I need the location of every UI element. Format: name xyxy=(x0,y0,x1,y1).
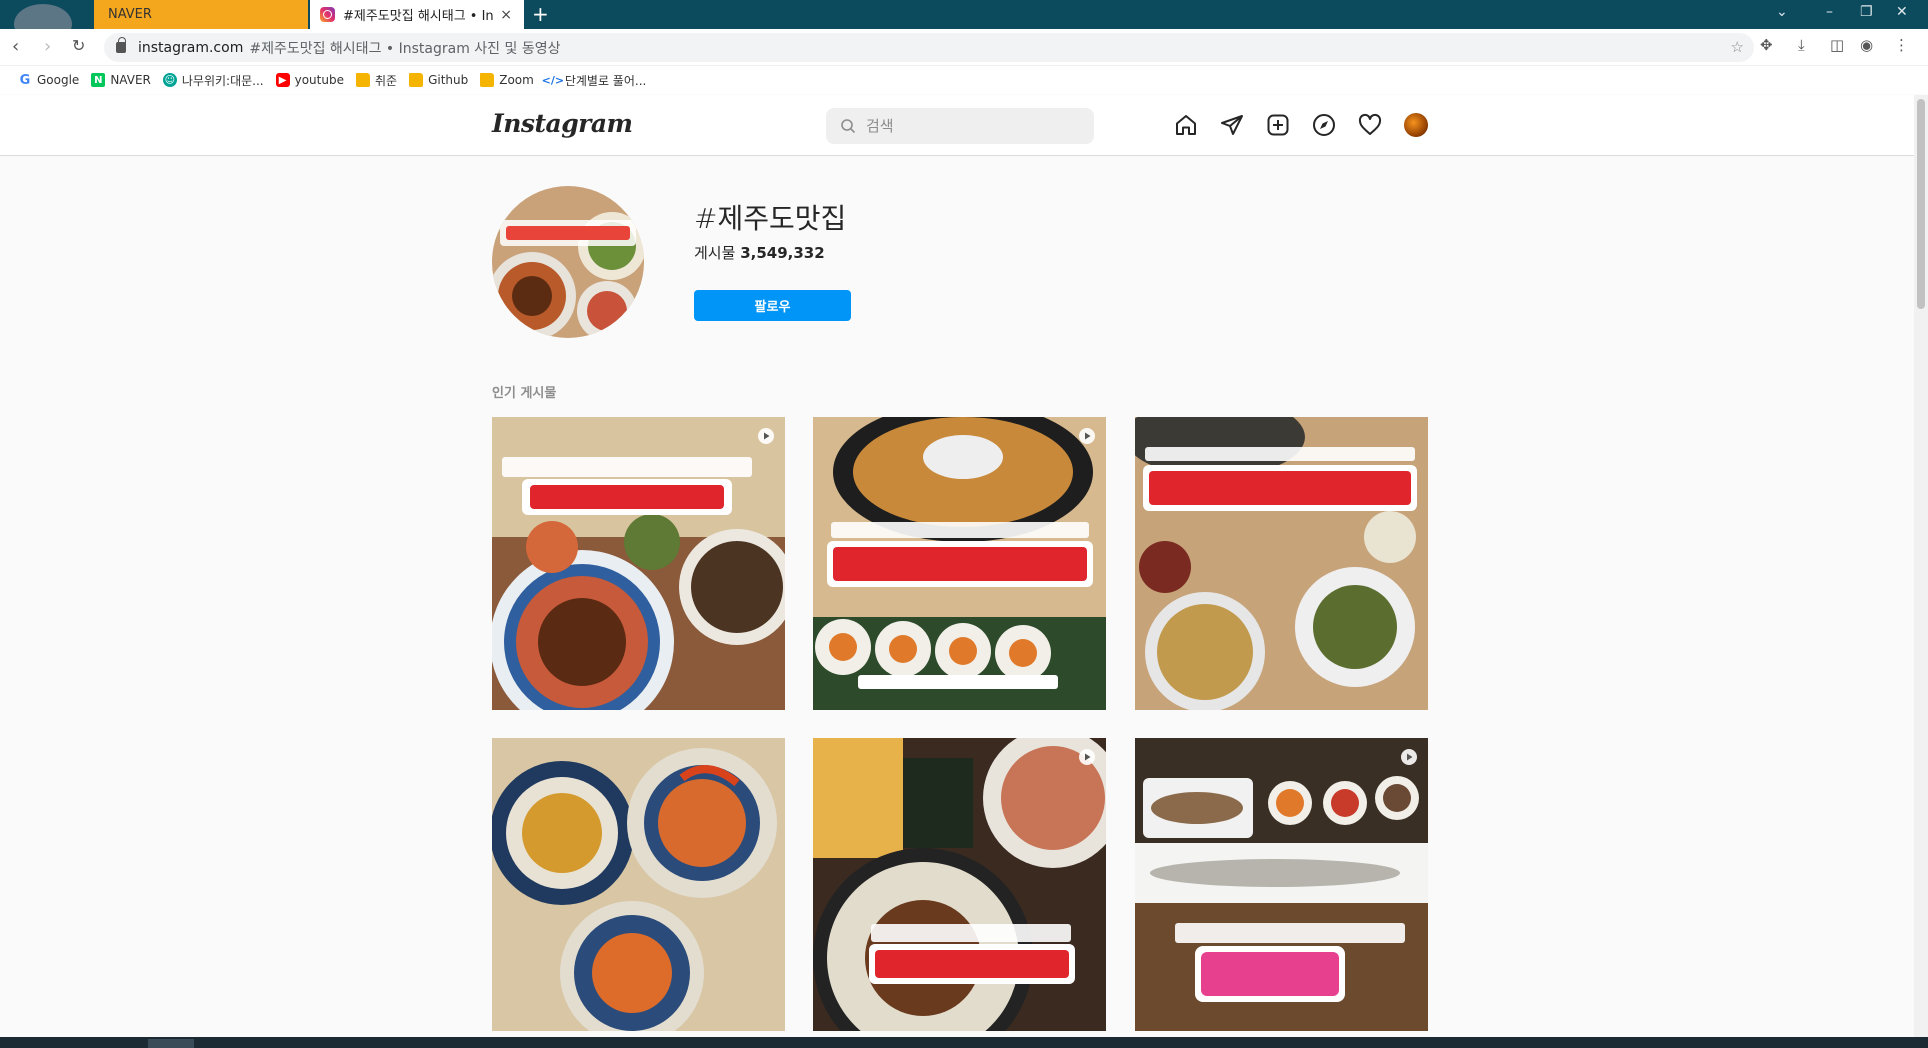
tab-naver[interactable]: NAVER xyxy=(94,0,308,29)
lock-icon xyxy=(116,37,126,53)
hashtag-cover-image xyxy=(492,186,644,338)
reload-icon[interactable]: ↻ xyxy=(72,36,85,55)
follow-button[interactable]: 팔로우 xyxy=(694,290,851,321)
minimize-icon[interactable]: – xyxy=(1826,4,1833,20)
menu-dots-icon[interactable]: ⋮ xyxy=(1894,36,1909,54)
tab-instagram[interactable]: #제주도맛집 해시태그 • Instagram × xyxy=(310,0,524,29)
bookmark-folder-github[interactable]: Github xyxy=(409,73,468,87)
explore-compass-icon[interactable] xyxy=(1311,112,1337,138)
search-icon xyxy=(841,119,856,134)
bookmark-label: 단계별로 풀어... xyxy=(564,73,647,88)
post-tile[interactable] xyxy=(492,417,785,710)
post-tile[interactable] xyxy=(1135,738,1428,1031)
post-image xyxy=(1135,738,1428,1031)
bookmark-folder-jobs[interactable]: 취준 xyxy=(355,72,398,89)
page-scrollbar[interactable] xyxy=(1914,95,1928,1037)
post-tile[interactable] xyxy=(813,738,1106,1031)
post-image xyxy=(1135,417,1428,710)
new-tab-button[interactable]: + xyxy=(532,2,549,26)
bookmark-label: NAVER xyxy=(110,73,151,87)
folder-icon xyxy=(409,73,424,87)
tab-strip: NAVER #제주도맛집 해시태그 • Instagram × + ⌄ – ❐ … xyxy=(0,0,1928,44)
direct-message-icon[interactable] xyxy=(1219,112,1245,138)
home-icon[interactable] xyxy=(1173,112,1199,138)
bookmarks-bar: G Google N NAVER ☺ 나무위키:대문... ▶ youtube 취준 G… xyxy=(0,66,1928,94)
back-icon[interactable]: ‹ xyxy=(12,36,19,57)
forward-icon[interactable]: › xyxy=(44,36,51,57)
bookmark-naver[interactable]: N NAVER xyxy=(91,73,151,87)
url-page-title: #제주도맛집 해시태그 • Instagram 사진 및 동영상 xyxy=(249,40,561,57)
post-tile[interactable] xyxy=(813,417,1106,710)
instagram-header: Instagram xyxy=(0,95,1914,156)
post-count: 게시물 3,549,332 xyxy=(694,242,825,263)
bookmark-label: Github xyxy=(428,73,469,87)
bookmark-folder-zoom[interactable]: Zoom xyxy=(480,73,534,87)
bookmark-youtube[interactable]: ▶ youtube xyxy=(275,73,344,87)
bookmark-namuwiki[interactable]: ☺ 나무위키:대문... xyxy=(162,72,264,89)
post-image xyxy=(492,417,785,710)
account-icon[interactable]: ◉ xyxy=(1860,36,1873,54)
post-image xyxy=(813,738,1106,1031)
naver-icon: N xyxy=(91,73,106,87)
youtube-icon: ▶ xyxy=(275,73,290,87)
taskbar-app[interactable] xyxy=(148,1039,194,1048)
tab-naver-label: NAVER xyxy=(108,7,152,22)
os-taskbar xyxy=(0,1037,1928,1048)
reel-icon xyxy=(757,427,775,445)
bookmark-label: Google xyxy=(37,73,80,87)
search-box[interactable] xyxy=(826,108,1094,144)
reel-icon xyxy=(1400,748,1418,766)
url-host: instagram.com xyxy=(138,39,244,56)
folder-icon xyxy=(355,73,370,87)
folder-icon xyxy=(480,73,495,87)
restore-icon[interactable]: ❐ xyxy=(1860,4,1873,20)
scrollbar-thumb[interactable] xyxy=(1917,99,1925,309)
post-count-label: 게시물 xyxy=(694,244,736,262)
address-bar: ‹ › ↻ instagram.com #제주도맛집 해시태그 • Instag… xyxy=(0,29,1928,66)
bookmark-label: youtube xyxy=(294,73,344,87)
bookmark-star-icon[interactable]: ☆ xyxy=(1731,38,1744,56)
bookmark-label: 취준 xyxy=(374,73,398,88)
instagram-favicon-icon xyxy=(320,7,335,22)
bookmark-label: Zoom xyxy=(499,73,534,87)
bookmark-baekjoon[interactable]: </> 단계별로 풀어... xyxy=(541,72,647,89)
search-input[interactable] xyxy=(866,117,1066,135)
new-post-icon[interactable] xyxy=(1265,112,1291,138)
hashtag-title: #제주도맛집 xyxy=(694,202,847,235)
reel-icon xyxy=(1078,748,1096,766)
namuwiki-icon: ☺ xyxy=(162,73,177,87)
google-icon: G xyxy=(19,72,31,88)
post-tile[interactable] xyxy=(492,738,785,1031)
reel-icon xyxy=(1078,427,1096,445)
side-panel-icon[interactable]: ◫ xyxy=(1830,36,1844,54)
profile-avatar-icon[interactable] xyxy=(1403,112,1429,138)
top-posts-heading: 인기 게시물 xyxy=(492,386,557,401)
instagram-logo[interactable]: Instagram xyxy=(492,109,633,138)
activity-heart-icon[interactable] xyxy=(1357,112,1383,138)
bookmark-google[interactable]: G Google xyxy=(18,72,80,88)
tab-search-icon[interactable]: ⌄ xyxy=(1776,4,1788,20)
url-field[interactable]: instagram.com #제주도맛집 해시태그 • Instagram 사진… xyxy=(104,33,1754,62)
close-window-icon[interactable]: ✕ xyxy=(1896,4,1908,20)
post-image xyxy=(492,738,785,1031)
tab-instagram-label: #제주도맛집 해시태그 • Instagram xyxy=(343,9,494,24)
post-image xyxy=(813,417,1106,710)
post-tile[interactable] xyxy=(1135,417,1428,710)
code-icon: </> xyxy=(541,73,565,87)
extensions-icon[interactable]: ✥ xyxy=(1760,36,1773,54)
download-icon[interactable]: ⤓ xyxy=(1798,36,1805,54)
post-count-value: 3,549,332 xyxy=(740,244,825,262)
close-tab-icon[interactable]: × xyxy=(500,7,512,23)
bookmark-label: 나무위키:대문... xyxy=(181,73,264,88)
